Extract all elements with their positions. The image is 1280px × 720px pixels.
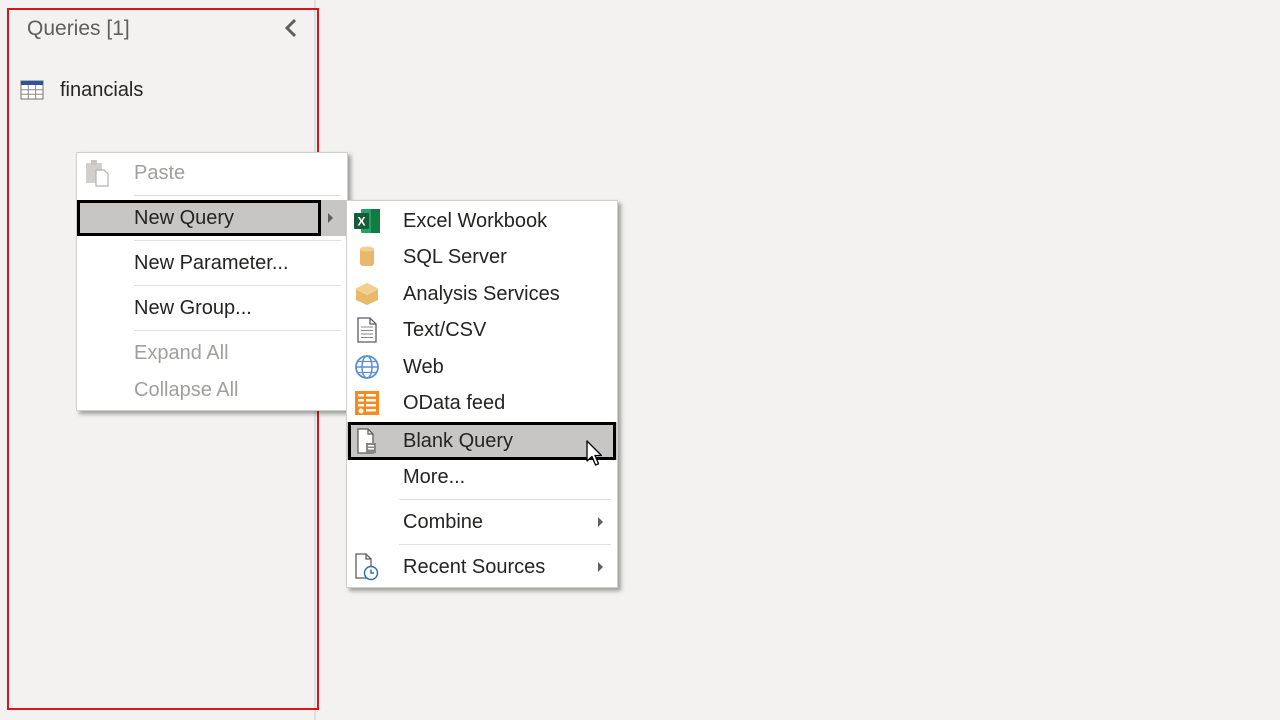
submenu-arrow-icon [598, 562, 603, 572]
submenu-item-blank-query[interactable]: Blank Query [347, 422, 617, 460]
submenu-item-label: More... [403, 465, 466, 488]
menu-item-collapse-all[interactable]: Collapse All [77, 371, 347, 409]
submenu-item-analysis-services[interactable]: Analysis Services [347, 276, 617, 312]
menu-item-label: New Group... [134, 296, 252, 319]
submenu-item-excel-workbook[interactable]: X Excel Workbook [347, 203, 617, 239]
cube-icon [353, 280, 381, 308]
menu-item-paste[interactable]: Paste [77, 153, 347, 193]
submenu-item-label: Text/CSV [403, 318, 487, 341]
menu-item-expand-all[interactable]: Expand All [77, 334, 347, 372]
menu-item-label: Expand All [134, 341, 229, 364]
mouse-pointer-icon [586, 440, 603, 466]
submenu-item-text-csv[interactable]: Text/CSV [347, 312, 617, 348]
submenu-item-combine[interactable]: Combine [347, 503, 617, 541]
excel-icon: X [353, 207, 381, 235]
separator [399, 499, 611, 500]
submenu-item-recent-sources[interactable]: Recent Sources [347, 548, 617, 586]
submenu-item-label: Web [403, 355, 444, 378]
svg-text:X: X [357, 215, 365, 229]
submenu-item-label: OData feed [403, 391, 506, 414]
table-icon [20, 80, 44, 100]
submenu-arrow-icon [598, 517, 603, 527]
submenu-arrow-icon [328, 213, 333, 223]
menu-item-new-group[interactable]: New Group... [77, 289, 347, 327]
submenu-item-sql-server[interactable]: SQL Server [347, 239, 617, 275]
separator [399, 544, 611, 545]
submenu-item-label: Combine [403, 510, 484, 533]
menu-item-label: New Query [134, 206, 235, 229]
queries-pane-title: Queries [1] [27, 17, 130, 40]
separator [134, 285, 341, 286]
text-file-icon [353, 316, 381, 344]
query-item-label: financials [60, 78, 144, 101]
new-query-submenu: X Excel Workbook SQL Server Analysis Ser… [346, 200, 618, 588]
menu-item-new-query[interactable]: New Query [77, 200, 347, 236]
separator [134, 330, 341, 331]
collapse-pane-button[interactable] [280, 16, 302, 40]
submenu-item-odata-feed[interactable]: OData feed [347, 385, 617, 421]
separator [134, 195, 341, 196]
odata-icon [353, 389, 381, 417]
submenu-item-label: Blank Query [403, 429, 514, 452]
chevron-left-icon [284, 18, 297, 38]
context-menu: Paste New Query New Parameter... New Gro… [76, 152, 348, 411]
submenu-item-label: Excel Workbook [403, 209, 548, 232]
menu-item-label: Collapse All [134, 378, 239, 401]
database-icon [353, 243, 381, 271]
globe-icon [353, 353, 381, 381]
submenu-item-label: SQL Server [403, 245, 507, 268]
menu-item-label: New Parameter... [134, 251, 289, 274]
paste-icon [83, 159, 111, 187]
menu-item-new-parameter[interactable]: New Parameter... [77, 244, 347, 282]
recent-sources-icon [353, 553, 381, 581]
separator [134, 240, 341, 241]
submenu-item-label: Recent Sources [403, 555, 546, 578]
submenu-item-more[interactable]: More... [347, 459, 617, 495]
menu-item-label: Paste [134, 161, 186, 184]
blank-query-icon [353, 427, 381, 455]
query-item-financials[interactable]: financials [20, 75, 143, 105]
submenu-item-web[interactable]: Web [347, 349, 617, 385]
submenu-item-label: Analysis Services [403, 282, 560, 305]
